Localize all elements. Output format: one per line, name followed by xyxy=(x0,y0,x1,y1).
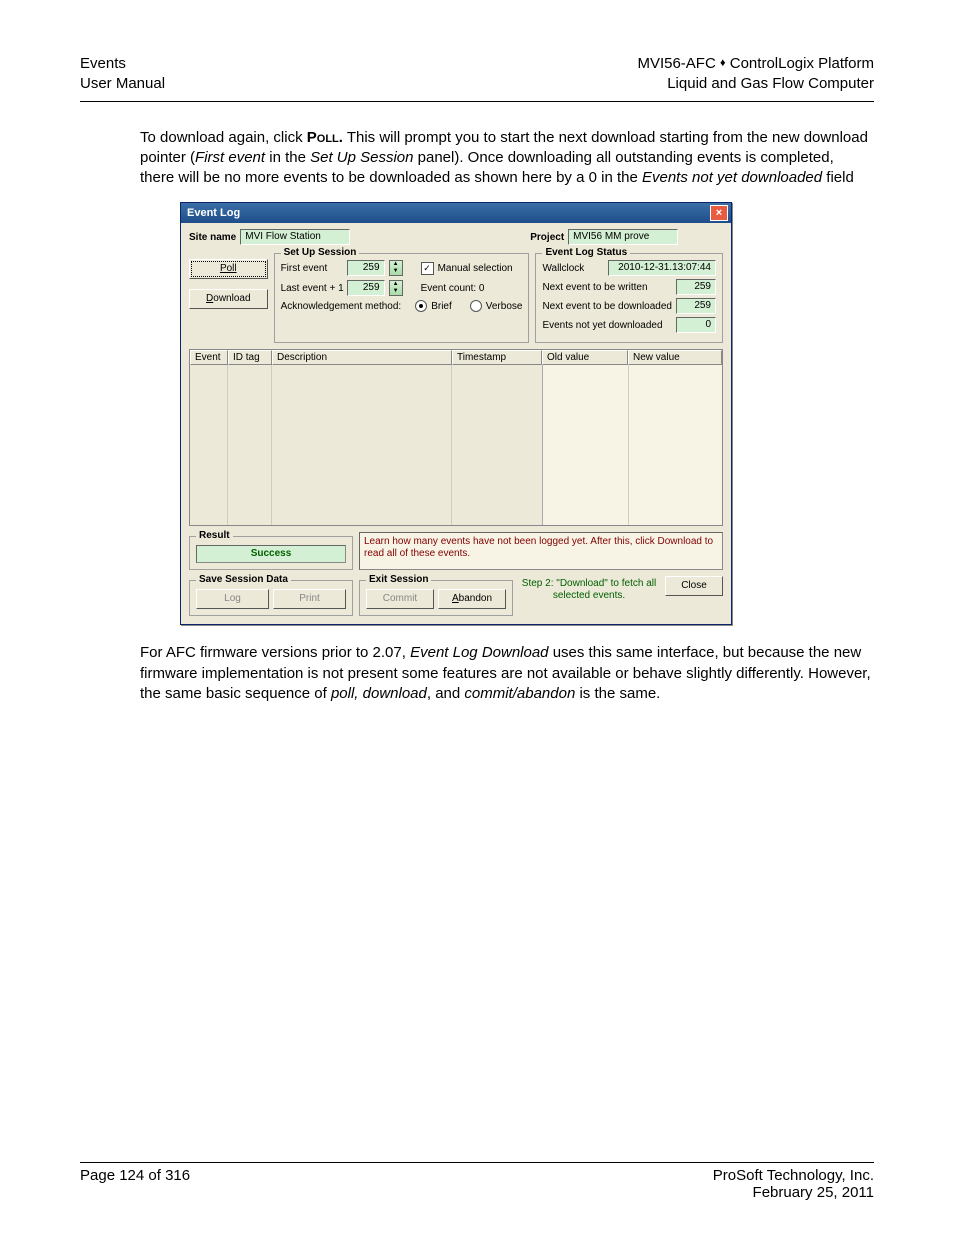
next-dl-field: 259 xyxy=(676,298,716,314)
download-button[interactable]: Download xyxy=(189,289,268,309)
first-event-field[interactable]: 259 xyxy=(347,260,385,276)
header-right-1: MVI56-AFC ♦ ControlLogix Platform xyxy=(637,54,874,74)
manual-selection-checkbox[interactable]: ✓ xyxy=(421,262,434,275)
save-session-legend: Save Session Data xyxy=(196,574,291,585)
result-legend: Result xyxy=(196,530,233,541)
close-icon[interactable]: × xyxy=(710,205,728,221)
exit-session-legend: Exit Session xyxy=(366,574,431,585)
col-new-value[interactable]: New value xyxy=(628,350,722,365)
header-right-2: Liquid and Gas Flow Computer xyxy=(637,74,874,94)
paragraph-2: For AFC firmware versions prior to 2.07,… xyxy=(140,643,872,704)
last-event-field[interactable]: 259 xyxy=(347,280,385,296)
commit-button[interactable]: Commit xyxy=(366,589,434,609)
poll-button[interactable]: Poll xyxy=(189,259,268,279)
event-log-status-group: Event Log Status Wallclock 2010-12-31.13… xyxy=(535,253,723,343)
result-group: Result Success xyxy=(189,536,353,570)
log-button[interactable]: Log xyxy=(196,589,269,609)
print-button[interactable]: Print xyxy=(273,589,346,609)
header-left-1: Events xyxy=(80,54,165,74)
footer-date: February 25, 2011 xyxy=(713,1184,874,1201)
page-header: Events User Manual MVI56-AFC ♦ ControlLo… xyxy=(80,54,874,102)
last-event-label: Last event + 1 xyxy=(281,283,343,294)
paragraph-1: To download again, click Poll. This will… xyxy=(140,128,872,189)
next-dl-label: Next event to be downloaded xyxy=(542,301,672,312)
project-field[interactable]: MVI56 MM prove xyxy=(568,229,678,245)
page-footer: Page 124 of 316 ProSoft Technology, Inc.… xyxy=(80,1162,874,1201)
last-event-spinner[interactable]: ▲▼ xyxy=(389,280,403,296)
next-written-label: Next event to be written xyxy=(542,282,647,293)
result-value: Success xyxy=(196,545,346,563)
ack-method-label: Acknowledgement method: xyxy=(281,301,402,312)
ack-brief-radio[interactable] xyxy=(415,300,427,312)
next-written-field: 259 xyxy=(676,279,716,295)
events-table: Event ID tag Description Timestamp Old v… xyxy=(189,349,723,526)
first-event-spinner[interactable]: ▲▼ xyxy=(389,260,403,276)
footer-company: ProSoft Technology, Inc. xyxy=(713,1167,874,1184)
ack-verbose-label: Verbose xyxy=(486,301,523,312)
col-idtag[interactable]: ID tag xyxy=(228,350,272,365)
close-button[interactable]: Close xyxy=(665,576,723,596)
project-label: Project xyxy=(530,232,564,243)
event-log-status-legend: Event Log Status xyxy=(542,247,630,258)
exit-session-group: Exit Session Commit Abandon xyxy=(359,580,513,616)
event-count-label: Event count: 0 xyxy=(421,283,485,294)
site-name-label: Site name xyxy=(189,232,236,243)
titlebar[interactable]: Event Log × xyxy=(181,203,731,223)
site-name-field[interactable]: MVI Flow Station xyxy=(240,229,350,245)
hint-text: Learn how many events have not been logg… xyxy=(359,532,723,570)
ack-brief-label: Brief xyxy=(431,301,452,312)
save-session-group: Save Session Data Log Print xyxy=(189,580,353,616)
abandon-button[interactable]: Abandon xyxy=(438,589,506,609)
ack-verbose-radio[interactable] xyxy=(470,300,482,312)
col-event[interactable]: Event xyxy=(190,350,228,365)
col-timestamp[interactable]: Timestamp xyxy=(452,350,542,365)
first-event-label: First event xyxy=(281,263,343,274)
wallclock-field: 2010-12-31.13:07:44 xyxy=(608,260,716,276)
step2-hint: Step 2: "Download" to fetch all selected… xyxy=(519,576,659,602)
window-title: Event Log xyxy=(187,207,240,219)
not-yet-label: Events not yet downloaded xyxy=(542,320,662,331)
col-description[interactable]: Description xyxy=(272,350,452,365)
footer-page: Page 124 of 316 xyxy=(80,1167,190,1201)
header-left-2: User Manual xyxy=(80,74,165,94)
setup-session-legend: Set Up Session xyxy=(281,247,360,258)
col-old-value[interactable]: Old value xyxy=(542,350,628,365)
wallclock-label: Wallclock xyxy=(542,263,584,274)
setup-session-group: Set Up Session First event 259 ▲▼ ✓ Manu… xyxy=(274,253,530,343)
event-log-dialog: Event Log × Site name MVI Flow Station P… xyxy=(180,202,732,625)
manual-selection-label: Manual selection xyxy=(438,263,513,274)
not-yet-field: 0 xyxy=(676,317,716,333)
